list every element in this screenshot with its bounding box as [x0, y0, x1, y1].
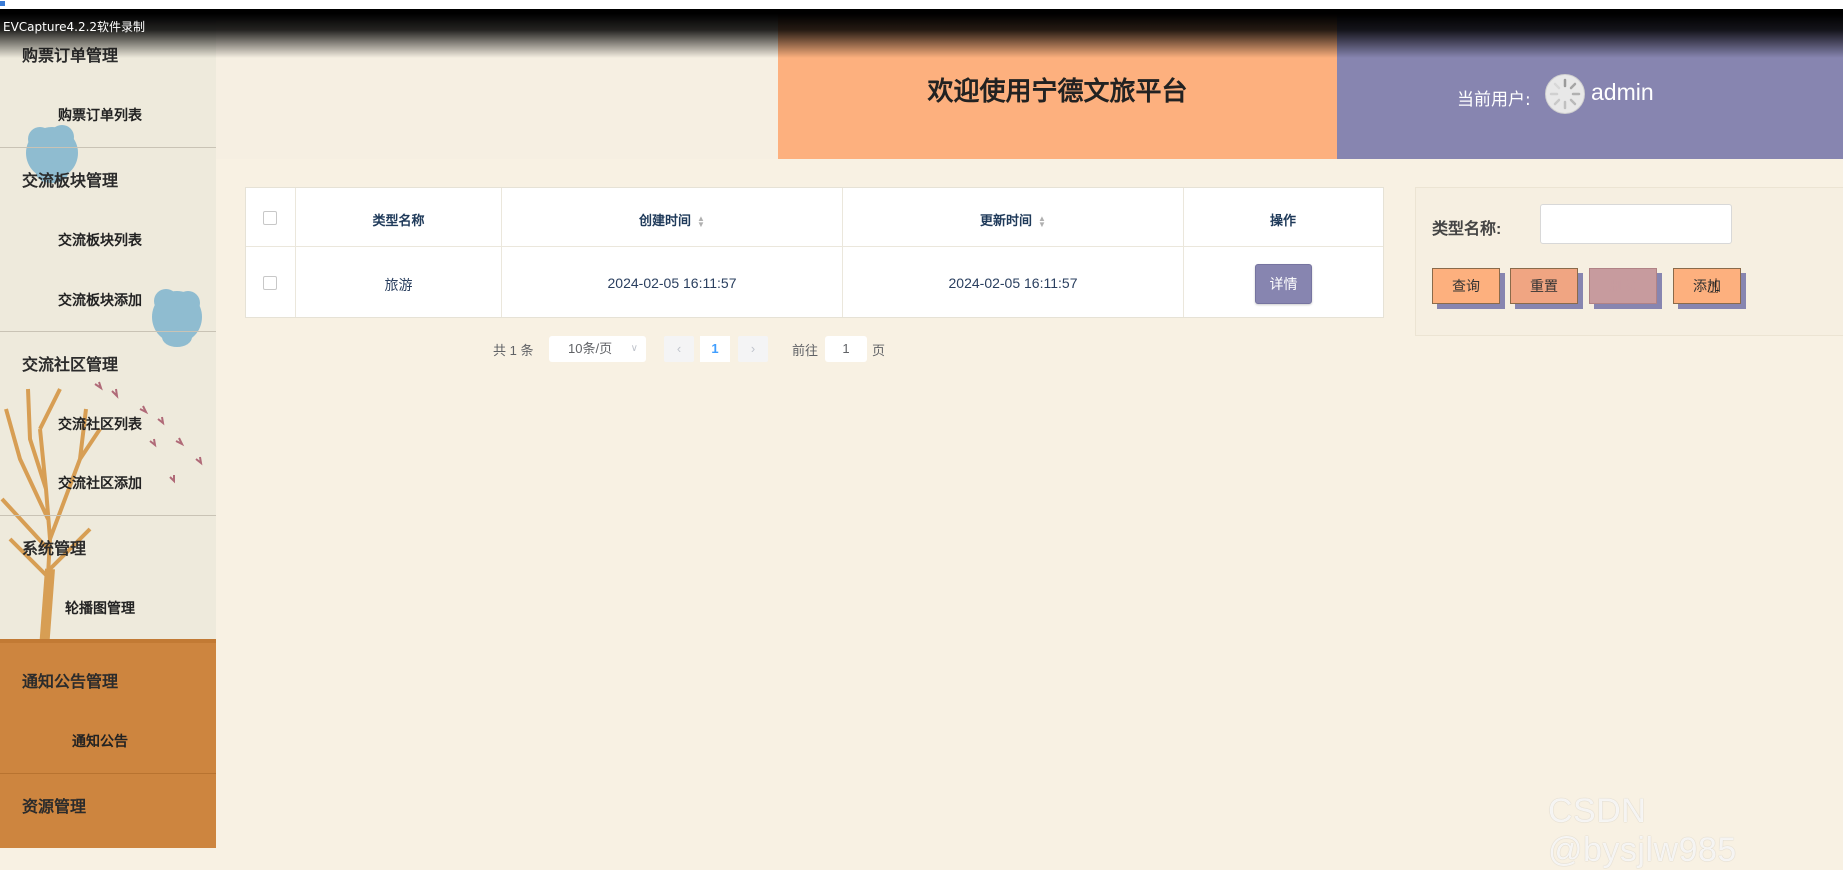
pagination-total: 共 1 条	[493, 343, 534, 358]
sidebar-group-notices[interactable]: 通知公告管理	[22, 668, 118, 692]
row-checkbox[interactable]	[263, 276, 277, 290]
sidebar-item-forum-section-add[interactable]: 交流板块添加	[0, 290, 200, 310]
cell-created-time: 2024-02-05 16:11:57	[607, 275, 737, 291]
sidebar-divider	[0, 331, 216, 332]
site-title: 欢迎使用宁德文旅平台	[927, 76, 1188, 107]
type-name-label: 类型名称:	[1432, 221, 1502, 238]
header-left-panel	[216, 9, 778, 159]
detail-button[interactable]: 详情	[1255, 264, 1312, 304]
cell-updated-time: 2024-02-05 16:11:57	[948, 275, 1078, 291]
watermark: CSDN @bysjlw985	[1548, 792, 1737, 869]
sidebar-divider	[0, 773, 216, 774]
sidebar-item-community-add[interactable]: 交流社区添加	[0, 473, 200, 493]
sidebar-item-notice[interactable]: 通知公告	[0, 731, 200, 751]
search-panel: 类型名称: 查询 重置 删除 添加 ☝	[1415, 187, 1843, 336]
prev-page-button[interactable]: ‹	[664, 336, 694, 362]
sidebar: 购票订单管理 购票订单列表 交流板块管理 交流板块列表 交流板块添加 交流社区管…	[0, 9, 216, 848]
query-button[interactable]: 查询	[1432, 268, 1500, 304]
sidebar-item-forum-section-list[interactable]: 交流板块列表	[0, 230, 200, 250]
goto-suffix: 页	[872, 343, 886, 358]
goto-page-input[interactable]: 1	[825, 336, 867, 362]
sidebar-group-system[interactable]: 系统管理	[22, 535, 86, 559]
sidebar-group-resources[interactable]: 资源管理	[22, 793, 86, 817]
avatar[interactable]	[1545, 74, 1585, 114]
sidebar-lower-section: 通知公告管理 通知公告 资源管理	[0, 639, 216, 848]
current-user-label: 当前用户:	[1457, 90, 1531, 110]
page-size-select[interactable]: 10条/页 ∨	[549, 336, 646, 362]
next-page-button[interactable]: ›	[738, 336, 768, 362]
chevron-left-icon: ‹	[676, 341, 682, 356]
sidebar-item-carousel[interactable]: 轮播图管理	[0, 598, 200, 618]
reset-button[interactable]: 重置	[1510, 268, 1578, 304]
column-header-label: 创建时间	[639, 213, 692, 228]
chevron-down-icon: ∨	[630, 343, 638, 354]
sidebar-item-community-list[interactable]: 交流社区列表	[0, 414, 200, 434]
sidebar-divider	[0, 515, 216, 516]
hand-cursor-icon: ☝	[1707, 276, 1720, 298]
table-column-updated	[843, 188, 1184, 317]
delete-button[interactable]: 删除	[1589, 268, 1657, 304]
type-name-input[interactable]	[1540, 204, 1732, 244]
recorder-indicator-icon	[0, 1, 5, 6]
sort-icon[interactable]: ▲ ▼	[1038, 214, 1046, 228]
loading-spinner-icon	[1549, 78, 1581, 110]
sidebar-group-ticket-orders[interactable]: 购票订单管理	[22, 42, 118, 66]
column-header-label: 更新时间	[980, 213, 1033, 228]
goto-label: 前往	[792, 343, 819, 358]
current-user-name[interactable]: admin	[1591, 79, 1654, 106]
page-size-value: 10条/页	[568, 341, 613, 356]
sidebar-group-community[interactable]: 交流社区管理	[22, 351, 118, 375]
table-column-name	[296, 188, 502, 317]
data-table: 类型名称 创建时间 ▲ ▼ 更新时间 ▲ ▼ 操作 旅游 2024-02-05 16:1…	[245, 187, 1384, 318]
chevron-right-icon: ›	[750, 341, 756, 356]
header-title-panel: 欢迎使用宁德文旅平台	[778, 9, 1337, 159]
table-column-created	[502, 188, 843, 317]
recorder-top-strip	[0, 0, 1843, 9]
sidebar-group-forum-sections[interactable]: 交流板块管理	[22, 167, 118, 191]
header-user-panel: 当前用户: admin	[1337, 9, 1843, 159]
page-number-current[interactable]: 1	[700, 336, 730, 362]
recorder-title: EVCapture4.2.2软件录制	[3, 20, 146, 34]
column-header-actions: 操作	[1269, 213, 1296, 228]
sidebar-item-ticket-order-list[interactable]: 购票订单列表	[0, 105, 200, 125]
select-all-checkbox[interactable]	[263, 211, 277, 225]
sidebar-divider	[0, 147, 216, 148]
cell-type-name: 旅游	[384, 277, 413, 293]
sort-icon[interactable]: ▲ ▼	[697, 214, 705, 228]
column-header-type-name: 类型名称	[372, 213, 425, 228]
table-column-select	[246, 188, 296, 317]
column-header-updated-time[interactable]: 更新时间 ▲ ▼	[843, 210, 1183, 229]
column-header-created-time[interactable]: 创建时间 ▲ ▼	[502, 210, 842, 229]
table-row-divider	[246, 246, 1383, 247]
